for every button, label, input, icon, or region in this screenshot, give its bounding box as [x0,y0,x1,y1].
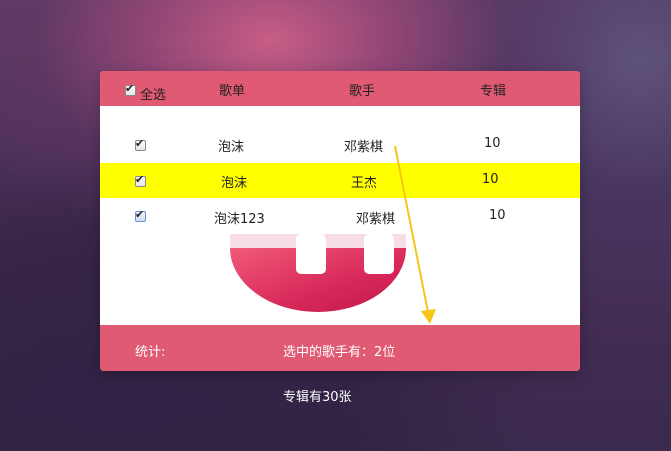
album-total-note: 专辑有30张 [283,390,352,405]
annotation-arrow-icon [394,145,436,324]
